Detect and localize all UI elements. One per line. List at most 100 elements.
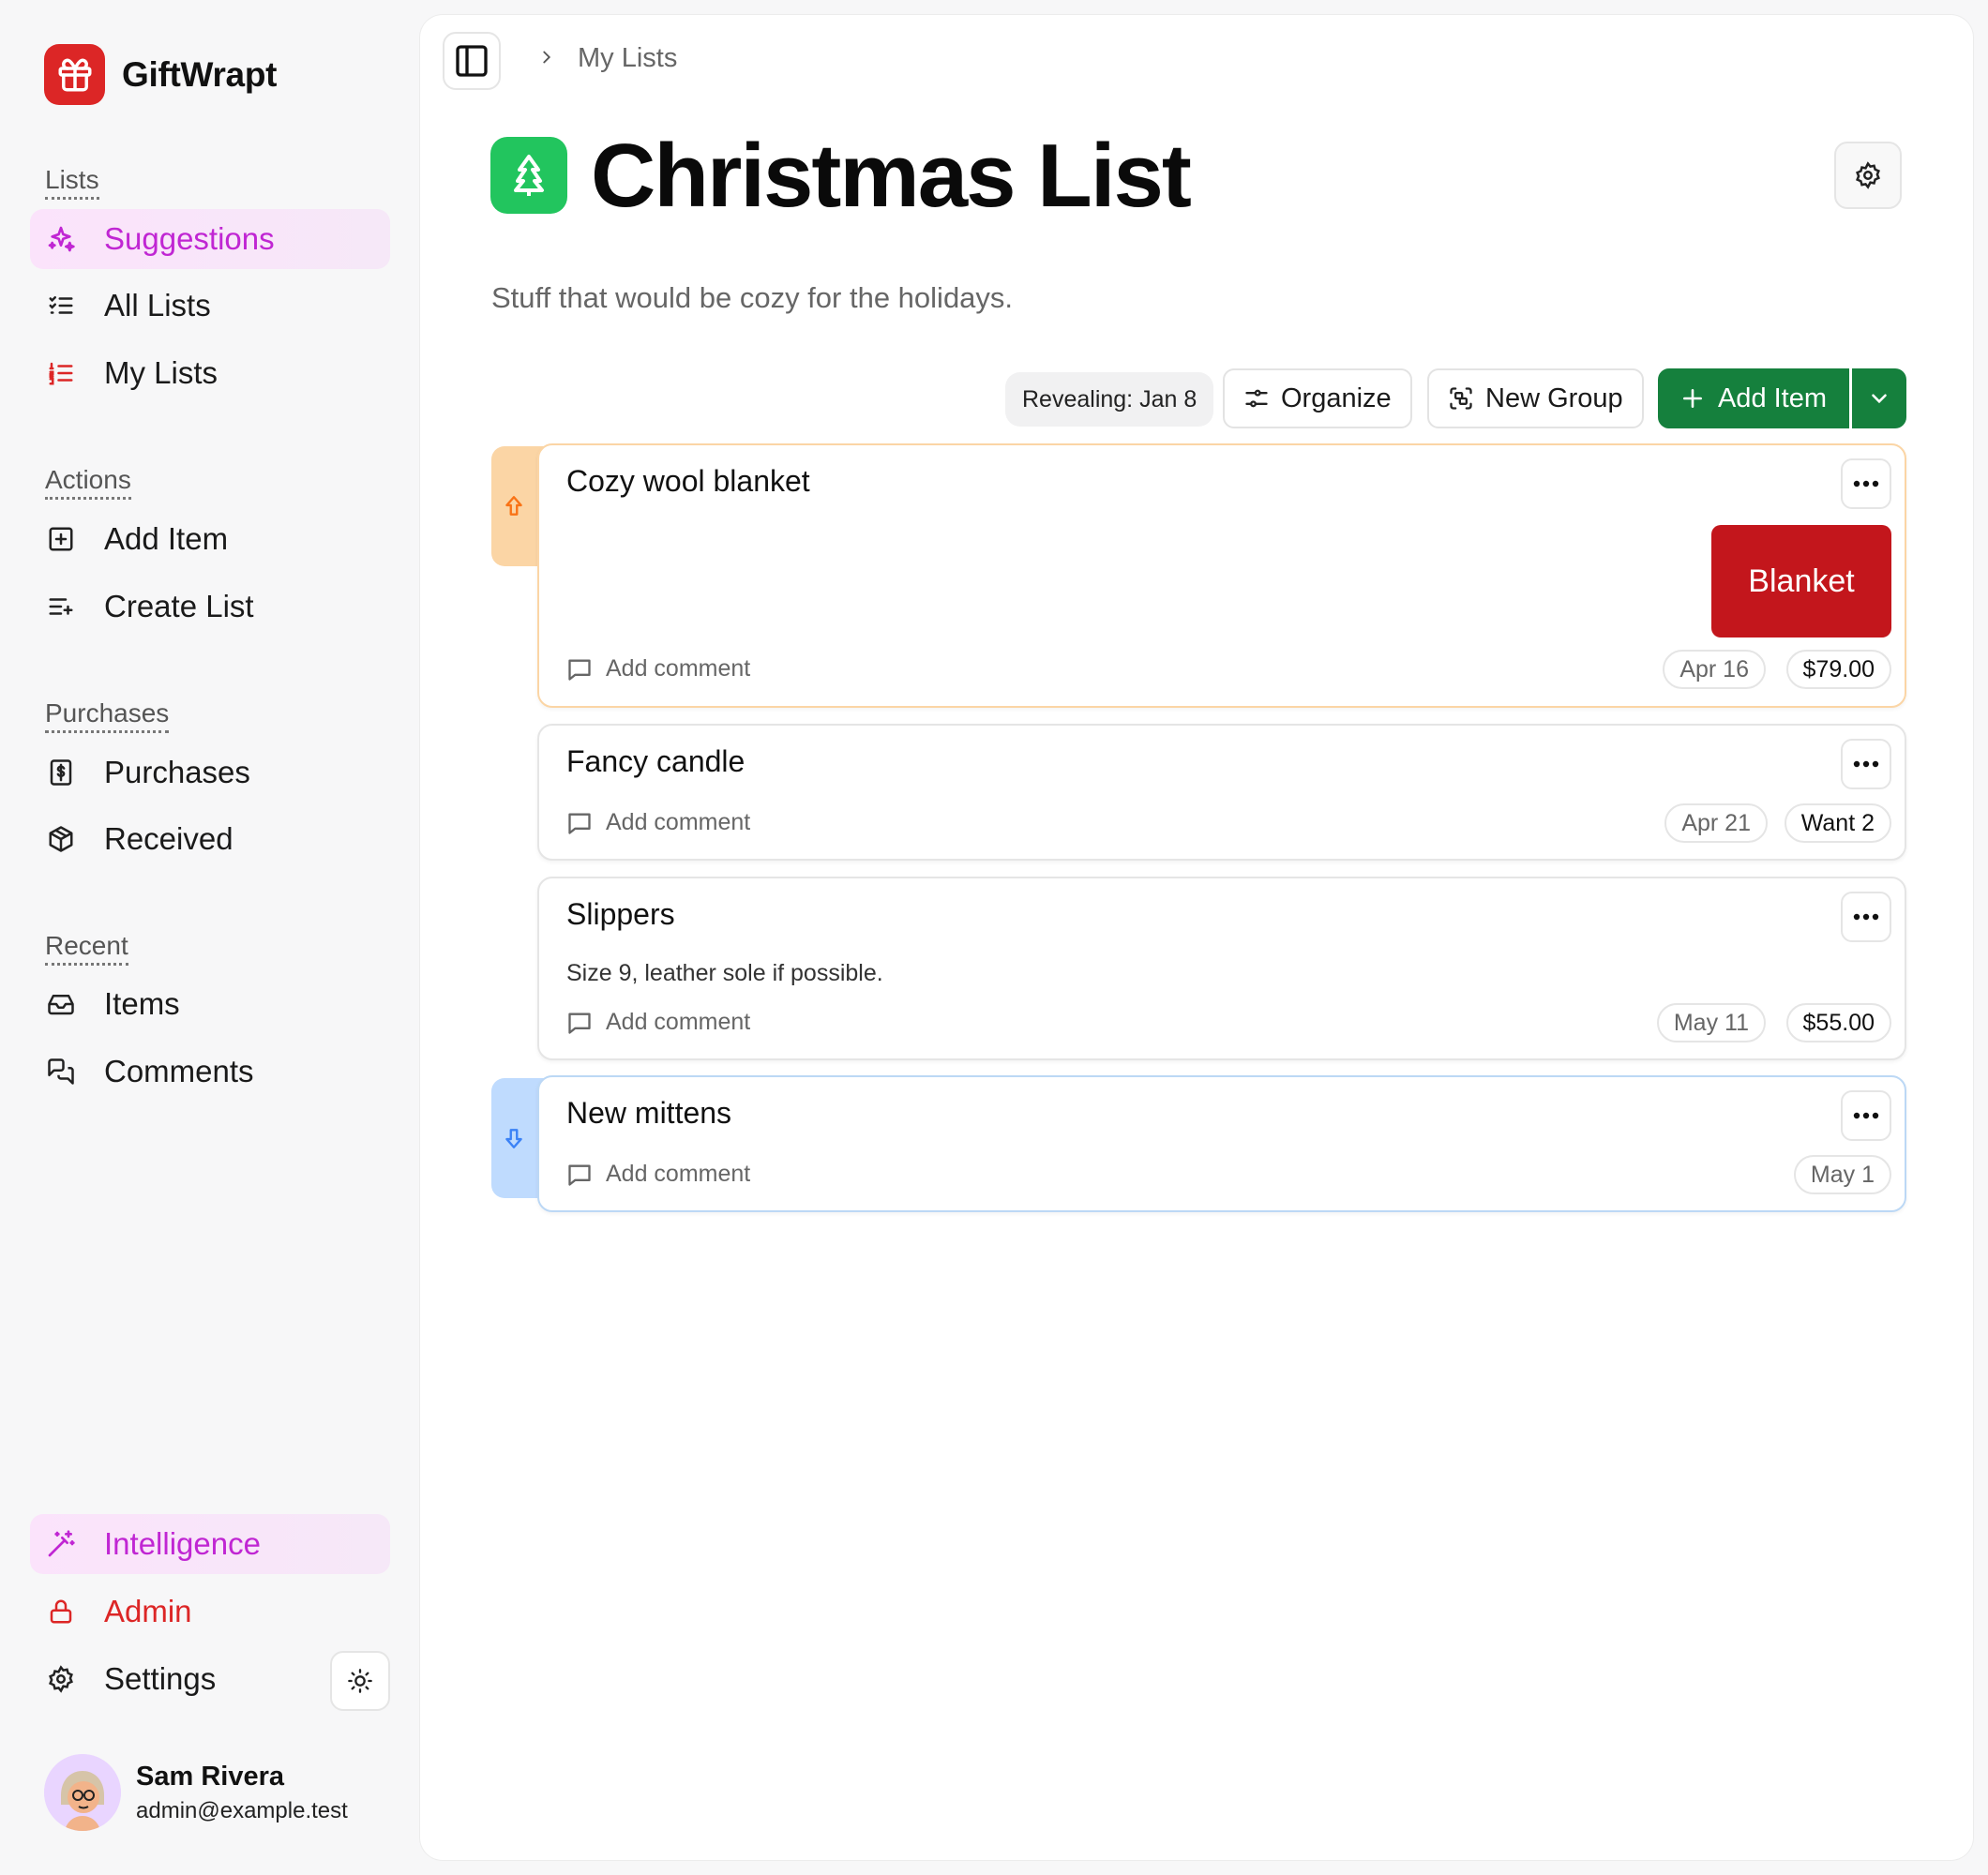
date-badge: May 11 — [1656, 1003, 1766, 1042]
add-item-button[interactable]: Add Item — [1658, 368, 1849, 428]
sidebar-item-label: Purchases — [104, 755, 250, 789]
sidebar-item-label: Received — [104, 821, 233, 856]
sidebar-item-label: Items — [104, 986, 180, 1021]
add-comment-button[interactable]: Add comment — [566, 655, 750, 682]
comment-icon — [566, 810, 593, 836]
comment-icon — [566, 656, 593, 682]
chevron-down-icon — [1867, 386, 1891, 411]
sidebar: GiftWrapt Lists Suggestions All Lists My… — [0, 0, 418, 1875]
list-item[interactable]: New mittens Add comment May 1 — [537, 1075, 1906, 1212]
revealing-badge: Revealing: Jan 8 — [1005, 372, 1214, 427]
sidebar-item-label: Settings — [104, 1661, 217, 1696]
item-menu-button[interactable] — [1841, 892, 1891, 942]
sidebar-item-label: Admin — [104, 1594, 192, 1628]
price-badge: $79.00 — [1785, 650, 1891, 689]
sidebar-item-create-list[interactable]: Create List — [30, 577, 390, 637]
add-comment-button[interactable]: Add comment — [566, 1161, 750, 1188]
gift-icon — [44, 44, 105, 105]
chevron-right-icon — [536, 47, 557, 72]
organize-button[interactable]: Organize — [1223, 368, 1412, 428]
section-label-purchases: Purchases — [45, 698, 170, 733]
add-item-label: Add Item — [1717, 382, 1828, 413]
comment-label: Add comment — [606, 1009, 751, 1035]
more-horizontal-icon — [1852, 480, 1880, 488]
sidebar-item-label: All Lists — [104, 288, 211, 322]
sun-icon — [347, 1668, 373, 1694]
item-name: Fancy candle — [566, 744, 746, 778]
page-title: Christmas List — [591, 126, 1192, 226]
sidebar-item-admin[interactable]: Admin — [30, 1582, 390, 1642]
sidebar-item-received[interactable]: Received — [30, 809, 390, 869]
date-badge: May 1 — [1793, 1155, 1891, 1194]
add-comment-button[interactable]: Add comment — [566, 1009, 750, 1036]
sidebar-item-all-lists[interactable]: All Lists — [30, 276, 390, 336]
messages-icon — [45, 1056, 77, 1088]
gear-icon — [45, 1663, 77, 1695]
more-horizontal-icon — [1852, 1112, 1880, 1119]
brand[interactable]: GiftWrapt — [44, 44, 277, 105]
list-item[interactable]: Cozy wool blanket Blanket Add comment Ap… — [537, 443, 1906, 708]
sidebar-item-intelligence[interactable]: Intelligence — [30, 1514, 390, 1574]
breadcrumb-my-lists[interactable]: My Lists — [578, 43, 677, 74]
comment-icon — [566, 1162, 593, 1188]
list-settings-button[interactable] — [1834, 142, 1902, 209]
item-menu-button[interactable] — [1841, 458, 1891, 509]
sidebar-item-settings[interactable]: Settings — [30, 1649, 311, 1709]
more-horizontal-icon — [1852, 913, 1880, 921]
sidebar-item-label: My Lists — [104, 355, 218, 390]
avatar — [44, 1754, 121, 1831]
quantity-badge: Want 2 — [1784, 803, 1891, 843]
sidebar-item-add-item[interactable]: Add Item — [30, 509, 390, 569]
sidebar-item-label: Create List — [104, 589, 254, 623]
section-label-recent: Recent — [45, 930, 128, 966]
organize-label: Organize — [1281, 382, 1392, 413]
sidebar-toggle-button[interactable] — [443, 32, 501, 90]
add-item-dropdown-button[interactable] — [1852, 368, 1906, 428]
sidebar-item-items[interactable]: Items — [30, 974, 390, 1034]
date-badge: Apr 16 — [1663, 650, 1766, 689]
inbox-icon — [45, 988, 77, 1020]
comment-label: Add comment — [606, 655, 751, 682]
add-comment-button[interactable]: Add comment — [566, 809, 750, 836]
price-badge: $55.00 — [1785, 1003, 1891, 1042]
item-name: Cozy wool blanket — [566, 464, 810, 498]
sidebar-item-label: Comments — [104, 1054, 254, 1088]
comment-icon — [566, 1010, 593, 1036]
group-icon — [1448, 385, 1474, 412]
item-name: Slippers — [566, 897, 675, 931]
arrow-down-icon — [502, 1126, 526, 1150]
comment-label: Add comment — [606, 1161, 751, 1187]
list-description: Stuff that would be cozy for the holiday… — [491, 281, 1014, 314]
sidebar-item-suggestions[interactable]: Suggestions — [30, 209, 390, 269]
main-panel: My Lists Christmas List Stuff that would… — [420, 15, 1973, 1860]
list-ordered-icon — [45, 357, 77, 389]
user-profile[interactable]: Sam Rivera admin@example.test — [44, 1754, 348, 1831]
item-menu-button[interactable] — [1841, 1090, 1891, 1141]
arrow-up-icon — [502, 494, 526, 518]
new-group-button[interactable]: New Group — [1427, 368, 1644, 428]
sparkles-icon — [45, 223, 77, 255]
item-menu-button[interactable] — [1841, 739, 1891, 789]
item-image[interactable]: Blanket — [1711, 525, 1891, 638]
user-email: admin@example.test — [136, 1797, 348, 1823]
tree-icon — [490, 137, 567, 214]
gear-icon — [1854, 161, 1882, 189]
theme-toggle-button[interactable] — [330, 1651, 390, 1711]
sidebar-item-my-lists[interactable]: My Lists — [30, 343, 390, 403]
package-icon — [45, 823, 77, 855]
list-item[interactable]: Fancy candle Add comment Apr 21 Want 2 — [537, 724, 1906, 861]
list-item[interactable]: Slippers Size 9, leather sole if possibl… — [537, 877, 1906, 1060]
sidebar-item-label: Intelligence — [104, 1526, 261, 1561]
user-name: Sam Rivera — [136, 1761, 284, 1792]
sliders-icon — [1243, 385, 1270, 412]
item-name: New mittens — [566, 1096, 732, 1130]
sidebar-item-label: Suggestions — [104, 221, 275, 256]
comment-label: Add comment — [606, 809, 751, 835]
sidebar-item-purchases[interactable]: Purchases — [30, 742, 390, 802]
panel-left-icon — [453, 42, 490, 80]
date-badge: Apr 21 — [1664, 803, 1768, 843]
plus-icon — [1680, 386, 1705, 411]
lock-icon — [45, 1596, 77, 1628]
list-plus-icon — [45, 591, 77, 622]
sidebar-item-comments[interactable]: Comments — [30, 1042, 390, 1102]
